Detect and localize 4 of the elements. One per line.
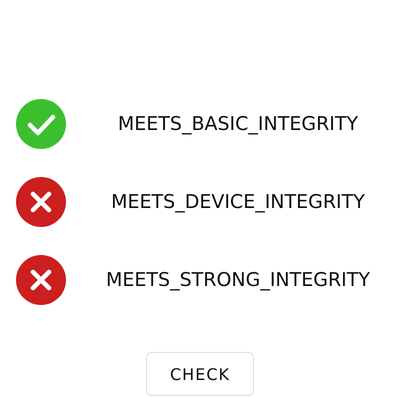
check-label: MEETS_DEVICE_INTEGRITY bbox=[110, 191, 366, 213]
check-label: MEETS_STRONG_INTEGRITY bbox=[105, 269, 371, 291]
check-button[interactable]: CHECK bbox=[146, 352, 254, 396]
check-label: MEETS_BASIC_INTEGRITY bbox=[116, 113, 360, 135]
